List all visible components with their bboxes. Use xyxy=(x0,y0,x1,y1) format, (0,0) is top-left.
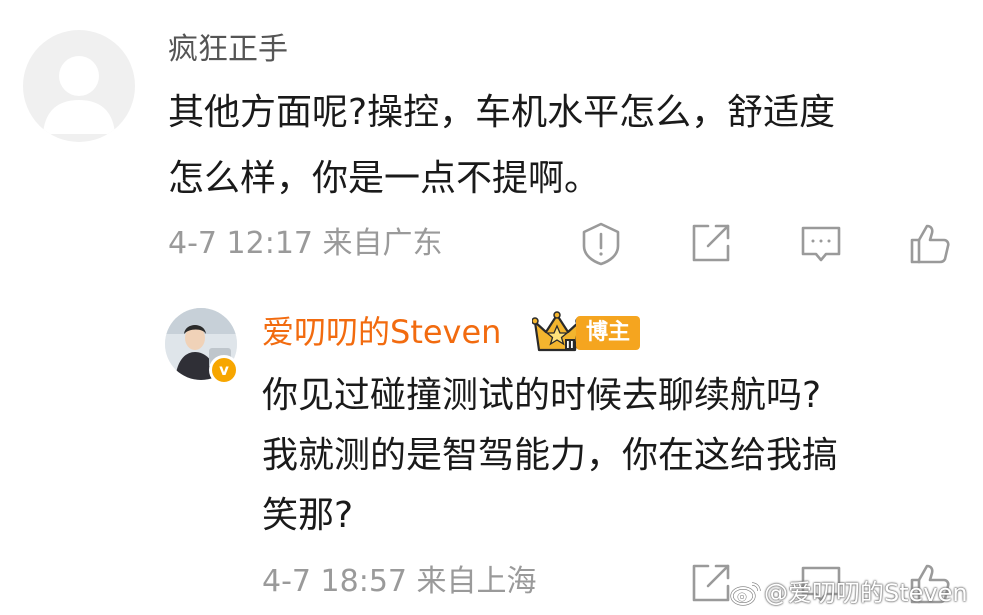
comment-text: 其他方面呢?操控，车机水平怎么，舒适度 怎么样，你是一点不提啊。 xyxy=(168,80,968,212)
reply-text-line: 你见过碰撞测试的时候去聊续航吗? xyxy=(262,375,822,416)
comment-icon[interactable] xyxy=(798,220,844,266)
comment-date: 4-7 18:57 xyxy=(262,564,407,599)
blogger-tag: 博主 xyxy=(576,316,641,350)
comment-location: 来自广东 xyxy=(322,226,443,261)
crown-icon xyxy=(531,310,583,356)
reply-text-line: 笑那? xyxy=(262,495,354,536)
comment-location: 来自上海 xyxy=(416,564,537,599)
comment-username[interactable]: 爱叨叨的Steven xyxy=(262,310,501,354)
watermark: @爱叨叨的Steven xyxy=(764,579,968,607)
comment-text-line: 其他方面呢?操控，车机水平怎么，舒适度 xyxy=(168,92,836,133)
comment-text-line: 怎么样，你是一点不提啊。 xyxy=(168,158,601,199)
report-icon[interactable] xyxy=(578,220,624,266)
share-icon[interactable] xyxy=(688,220,734,266)
share-icon[interactable] xyxy=(688,560,734,606)
verified-badge: v xyxy=(209,355,239,385)
reply-text-line: 我就测的是智驾能力，你在这给我搞 xyxy=(262,435,839,476)
reply-text: 你见过碰撞测试的时候去聊续航吗? 我就测的是智驾能力，你在这给我搞 笑那? xyxy=(262,366,972,546)
comment-meta: 4-7 18:57 来自上海 xyxy=(262,562,537,602)
comment-date: 4-7 12:17 xyxy=(168,226,313,261)
comment-username[interactable]: 疯狂正手 xyxy=(168,28,288,72)
avatar[interactable] xyxy=(23,30,135,142)
like-icon[interactable] xyxy=(906,220,952,266)
comment-meta: 4-7 12:17 来自广东 xyxy=(168,224,443,264)
weibo-logo-icon xyxy=(730,579,762,607)
